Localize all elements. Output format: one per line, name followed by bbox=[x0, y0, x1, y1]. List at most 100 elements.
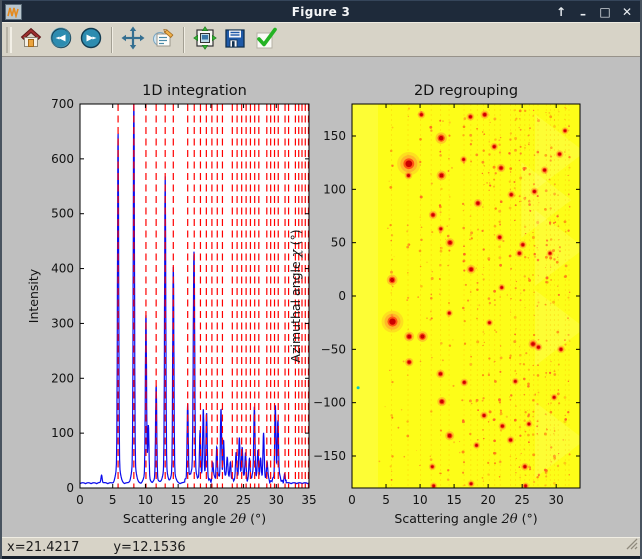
svg-text:50: 50 bbox=[331, 236, 346, 250]
apply-button[interactable] bbox=[250, 25, 280, 55]
diffraction-spot bbox=[537, 346, 540, 349]
diffraction-spot bbox=[475, 444, 478, 447]
configure-subplots-button[interactable] bbox=[190, 25, 220, 55]
diffraction-spot bbox=[470, 482, 473, 485]
diffraction-spot bbox=[448, 434, 452, 438]
svg-text:5: 5 bbox=[109, 493, 117, 507]
save-button[interactable] bbox=[220, 25, 250, 55]
svg-text:100: 100 bbox=[323, 182, 346, 196]
close-button[interactable]: ✕ bbox=[620, 1, 634, 23]
plot-1d-integration[interactable]: 0510152025303501002003004005006007001D i… bbox=[26, 83, 317, 527]
edit-pencil-icon bbox=[151, 26, 175, 54]
svg-text:0: 0 bbox=[66, 481, 74, 495]
diffraction-spot bbox=[440, 400, 444, 404]
minimize-button[interactable]: – bbox=[576, 3, 590, 25]
masked-pixel-spot bbox=[357, 386, 360, 389]
diffraction-spot bbox=[533, 190, 536, 193]
figure-window: Figure 3 ↑ – □ ✕ bbox=[0, 0, 642, 559]
diffraction-spot bbox=[558, 153, 561, 156]
resize-grip[interactable] bbox=[625, 537, 638, 554]
diffraction-spot bbox=[448, 312, 451, 315]
svg-text:0: 0 bbox=[348, 493, 356, 507]
diffraction-spot bbox=[531, 342, 535, 346]
diffraction-spot bbox=[500, 286, 503, 289]
diffraction-spot bbox=[501, 425, 504, 428]
diffraction-spot bbox=[469, 115, 472, 118]
forward-button[interactable] bbox=[76, 25, 106, 55]
svg-text:300: 300 bbox=[51, 316, 74, 330]
subplots-icon bbox=[193, 26, 217, 54]
xaxis-label-1d: Scattering angle 2θ (°) bbox=[123, 511, 266, 527]
diffraction-spot bbox=[549, 252, 552, 255]
diffraction-spot bbox=[483, 113, 486, 116]
diffraction-spot bbox=[389, 318, 395, 324]
diffraction-spot bbox=[499, 166, 502, 169]
yaxis-label-intensity: Intensity bbox=[26, 268, 41, 323]
diffraction-spot bbox=[463, 381, 466, 384]
pan-move-icon bbox=[121, 26, 145, 54]
svg-text:25: 25 bbox=[515, 493, 530, 507]
shade-button[interactable]: ↑ bbox=[554, 1, 568, 23]
edit-button[interactable] bbox=[148, 25, 178, 55]
yaxis-label-azimuthal: Azimuthal angle χ (°) bbox=[288, 229, 304, 362]
diffraction-spot bbox=[439, 136, 444, 141]
diffraction-spot bbox=[559, 348, 562, 351]
diffraction-spot bbox=[462, 158, 465, 161]
svg-text:100: 100 bbox=[51, 426, 74, 440]
maximize-button[interactable]: □ bbox=[598, 1, 612, 23]
diffraction-spot bbox=[432, 485, 435, 488]
svg-text:5: 5 bbox=[382, 493, 390, 507]
check-icon bbox=[252, 26, 278, 54]
diffraction-spot bbox=[498, 236, 501, 239]
statusbar: x=21.4217 y=12.1536 bbox=[2, 537, 640, 556]
diffraction-spot bbox=[439, 227, 442, 230]
forward-arrow-icon bbox=[79, 26, 103, 54]
diffraction-spot bbox=[518, 252, 521, 255]
diffraction-spot bbox=[440, 174, 444, 178]
toolbar-separator bbox=[183, 27, 185, 53]
svg-text:30: 30 bbox=[269, 493, 284, 507]
diffraction-spot bbox=[448, 241, 452, 245]
svg-text:20: 20 bbox=[480, 493, 495, 507]
svg-text:0: 0 bbox=[338, 289, 346, 303]
plot-2d-regrouping[interactable]: 051015202530−150−100−500501001502D regro… bbox=[313, 83, 585, 527]
svg-text:30: 30 bbox=[549, 493, 564, 507]
plot-title-2d: 2D regrouping bbox=[414, 83, 518, 99]
window-controls: ↑ – □ ✕ bbox=[554, 1, 634, 23]
svg-text:200: 200 bbox=[51, 371, 74, 385]
xaxis-label-2d: Scattering angle 2θ (°) bbox=[394, 511, 537, 527]
diffraction-spot bbox=[390, 278, 394, 282]
svg-text:35: 35 bbox=[301, 493, 316, 507]
svg-text:0: 0 bbox=[76, 493, 84, 507]
diffraction-spot bbox=[528, 423, 531, 426]
diffraction-spot bbox=[408, 360, 411, 363]
save-floppy-icon bbox=[223, 26, 247, 54]
diffraction-spot bbox=[543, 169, 546, 172]
home-button[interactable] bbox=[16, 25, 46, 55]
diffraction-spot bbox=[420, 334, 424, 338]
svg-text:150: 150 bbox=[323, 129, 346, 143]
diffraction-spot bbox=[476, 202, 479, 205]
toolbar-drag-handle[interactable] bbox=[6, 27, 12, 53]
matplotlib-toolbar bbox=[2, 22, 640, 57]
diffraction-spot bbox=[439, 372, 442, 375]
diffraction-spot bbox=[564, 129, 567, 132]
diffraction-spot bbox=[553, 396, 556, 399]
matplotlib-figure[interactable]: 0510152025303501002003004005006007001D i… bbox=[2, 57, 640, 537]
svg-text:15: 15 bbox=[171, 493, 186, 507]
svg-text:−50: −50 bbox=[321, 342, 346, 356]
svg-text:400: 400 bbox=[51, 262, 74, 276]
figure-canvas-area: 0510152025303501002003004005006007001D i… bbox=[2, 57, 640, 537]
svg-text:−100: −100 bbox=[313, 396, 346, 410]
back-button[interactable] bbox=[46, 25, 76, 55]
pan-button[interactable] bbox=[118, 25, 148, 55]
svg-text:20: 20 bbox=[203, 493, 218, 507]
cursor-y-readout: y=12.1536 bbox=[113, 540, 185, 555]
diffraction-spot bbox=[405, 160, 412, 167]
titlebar[interactable]: Figure 3 ↑ – □ ✕ bbox=[2, 0, 640, 22]
svg-text:25: 25 bbox=[236, 493, 251, 507]
diffraction-spot bbox=[488, 321, 491, 324]
back-arrow-icon bbox=[49, 26, 73, 54]
diffraction-spot bbox=[469, 268, 473, 272]
window-title: Figure 3 bbox=[2, 5, 640, 19]
